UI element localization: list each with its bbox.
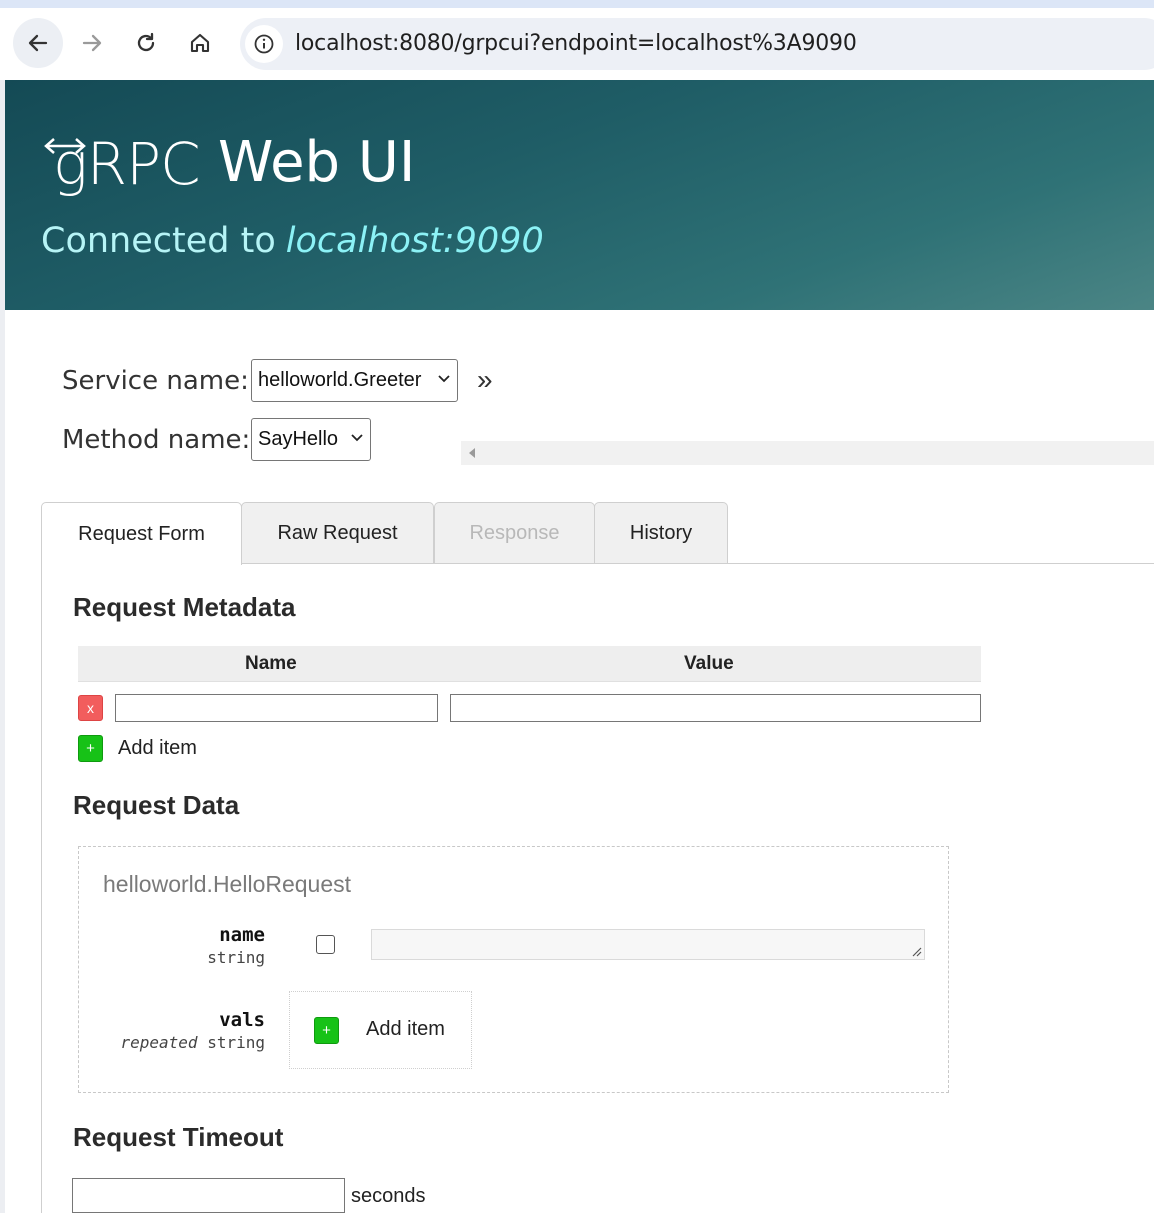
timeout-unit-label: seconds <box>351 1185 426 1207</box>
site-info-icon <box>254 34 274 54</box>
metadata-value-column: Value <box>684 653 734 674</box>
reload-icon <box>137 32 155 52</box>
add-metadata-button[interactable]: + <box>78 735 103 762</box>
home-button[interactable] <box>175 18 225 68</box>
back-arrow-icon <box>28 34 48 52</box>
timeout-input[interactable] <box>72 1178 345 1213</box>
resize-grip-icon[interactable] <box>911 946 922 957</box>
field-name-textarea[interactable] <box>371 929 925 960</box>
horizontal-scrollbar[interactable] <box>461 441 1154 465</box>
chevron-down-icon <box>351 434 363 442</box>
grpc-logo: gRPC <box>53 130 201 198</box>
address-bar[interactable]: localhost:8080/grpcui?endpoint=localhost… <box>240 18 1154 70</box>
site-info-button[interactable] <box>245 25 283 63</box>
tab-history[interactable]: History <box>594 502 728 564</box>
add-metadata-label[interactable]: Add item <box>118 737 197 760</box>
field-name-null-checkbox[interactable] <box>316 935 335 954</box>
service-name-label: Service name: <box>62 366 249 396</box>
connected-label: Connected to <box>41 221 276 261</box>
field-vals-modifier: repeated <box>120 1033 198 1052</box>
request-timeout-heading: Request Timeout <box>73 1122 284 1152</box>
metadata-name-input[interactable] <box>115 694 438 722</box>
field-vals-base-type: string <box>207 1033 265 1052</box>
page-header: gRPC Web UI Connected to localhost:9090 <box>5 80 1154 310</box>
back-button[interactable] <box>13 18 63 68</box>
browser-toolbar: localhost:8080/grpcui?endpoint=localhost… <box>0 0 1154 81</box>
tab-strip <box>0 0 1154 8</box>
add-vals-item-button[interactable]: + <box>314 1017 339 1044</box>
service-selected-value: helloworld.Greeter <box>258 369 422 391</box>
tab-response[interactable]: Response <box>434 502 595 564</box>
tab-raw-request[interactable]: Raw Request <box>241 502 434 564</box>
service-select[interactable]: helloworld.Greeter <box>251 359 458 402</box>
field-name-type: string <box>207 948 265 967</box>
remove-metadata-button[interactable]: x <box>78 695 103 721</box>
add-vals-item-label[interactable]: Add item <box>366 1018 445 1041</box>
metadata-name-column: Name <box>245 653 297 674</box>
forward-arrow-icon <box>82 34 102 52</box>
method-selected-value: SayHello <box>258 428 339 450</box>
scroll-left-icon[interactable] <box>469 448 475 458</box>
home-icon <box>190 33 210 53</box>
app-title: Web UI <box>218 130 416 195</box>
field-vals-type: repeated string <box>121 1033 266 1052</box>
tab-panel-border <box>41 563 42 1213</box>
request-metadata-heading: Request Metadata <box>73 592 296 622</box>
forward-button[interactable] <box>67 18 117 68</box>
chevron-down-icon <box>438 375 450 383</box>
field-name-label: name <box>219 924 265 946</box>
request-data-heading: Request Data <box>73 790 240 820</box>
connected-host: localhost:9090 <box>285 221 544 261</box>
message-type-label: helloworld.HelloRequest <box>103 871 352 897</box>
url-text[interactable]: localhost:8080/grpcui?endpoint=localhost… <box>295 31 857 56</box>
connection-status: Connected to localhost:9090 <box>41 221 544 261</box>
reload-button[interactable] <box>121 18 171 68</box>
method-name-label: Method name: <box>62 425 251 455</box>
expand-description-button[interactable]: » <box>477 364 493 396</box>
metadata-value-input[interactable] <box>450 694 981 722</box>
method-select[interactable]: SayHello <box>251 418 371 461</box>
metadata-table-header: Name Value <box>78 646 981 682</box>
tab-request-form[interactable]: Request Form <box>41 502 242 565</box>
field-vals-label: vals <box>219 1009 265 1031</box>
